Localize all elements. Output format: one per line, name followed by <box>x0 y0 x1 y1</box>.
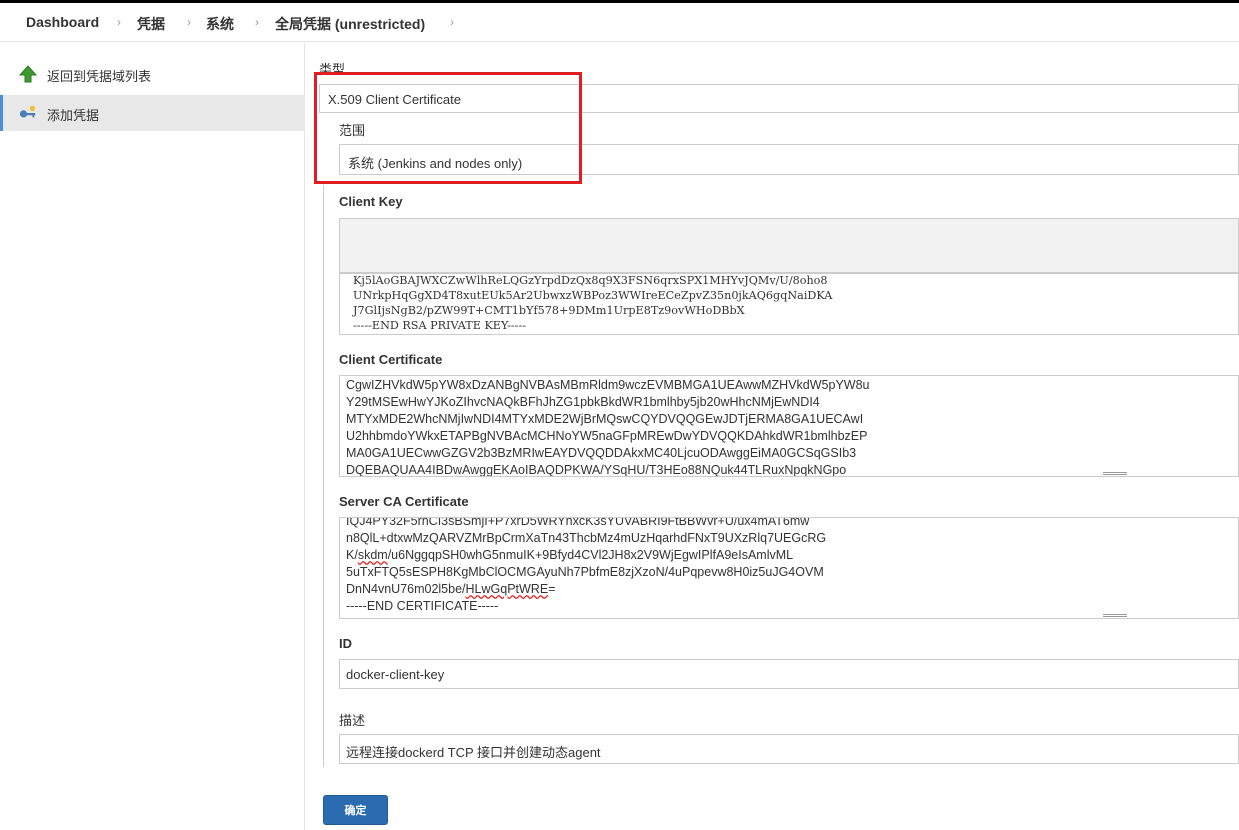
id-input[interactable]: docker-client-key <box>339 659 1239 689</box>
server-ca-line: -----END CERTIFICATE----- <box>346 599 499 613</box>
client-cert-line: CgwIZHVkdW5pYW8xDzANBgNVBAsMBmRldm9wczEV… <box>346 378 870 392</box>
server-ca-line: IQJ4PY32F5rnCI3sBSmjI+P7xrD5WRYhxcK3sYUV… <box>346 517 810 528</box>
server-ca-line: 5uTxFTQ5sESPH8KgMbClOCMGAyuNh7PbfmE8zjXz… <box>346 565 824 579</box>
submit-button[interactable]: 确定 <box>323 795 388 825</box>
server-ca-text: = <box>548 582 556 596</box>
highlight-annotation <box>314 72 582 184</box>
client-cert-line: MTYxMDE2WhcNMjIwNDI4MTYxMDE2WjBrMQswCQYD… <box>346 412 864 426</box>
server-ca-text: /u6NggqpSH0whG5nmuIK+9Bfyd4CVl2JH8x2V9Wj… <box>387 548 794 562</box>
client-key-toolbar <box>339 218 1239 273</box>
breadcrumb-system[interactable]: 系统 <box>206 14 234 34</box>
client-key-textarea[interactable]: Kj5lAoGBAJWXCZwWlhReLQGzYrpdDzQx8q9X3FSN… <box>339 273 1239 335</box>
client-certificate-label: Client Certificate <box>339 352 443 367</box>
sidebar: 返回到凭据域列表 添加凭据 <box>0 43 305 830</box>
resize-grip-icon[interactable] <box>1103 614 1127 617</box>
description-label: 描述 <box>339 713 366 728</box>
description-input-value: 远程连接dockerd TCP 接口并创建动态agent <box>346 745 601 760</box>
spellcheck-word: HLwGqPtWRE <box>465 582 549 596</box>
chevron-right-icon[interactable]: › <box>187 15 191 29</box>
breadcrumb-dashboard[interactable]: Dashboard <box>26 14 99 30</box>
client-cert-line: Y29tMSEwHwYJKoZIhvcNAQkBFhJhZG1pbkBkdWR1… <box>346 395 820 409</box>
server-ca-line: K/skdm/u6NggqpSH0whG5nmuIK+9Bfyd4CVl2JH8… <box>346 547 793 564</box>
id-label: ID <box>339 636 352 651</box>
breadcrumb-credentials[interactable]: 凭据 <box>137 14 165 34</box>
client-key-line: -----END RSA PRIVATE KEY----- <box>353 319 527 332</box>
chevron-right-icon[interactable]: › <box>450 15 454 29</box>
client-key-line: Kj5lAoGBAJWXCZwWlhReLQGzYrpdDzQx8q9X3FSN… <box>353 274 828 287</box>
id-input-value: docker-client-key <box>346 667 445 682</box>
server-ca-line: n8QlL+dtxwMzQARVZMrBpCrmXaTn43ThcbMz4mUz… <box>346 531 827 545</box>
server-ca-text: DnN4vnU76m02l5be/ <box>346 582 466 596</box>
sidebar-item-label: 添加凭据 <box>47 108 100 123</box>
breadcrumb-global-credentials[interactable]: 全局凭据 (unrestricted) <box>275 14 425 34</box>
client-key-label: Client Key <box>339 194 403 209</box>
description-input[interactable]: 远程连接dockerd TCP 接口并创建动态agent <box>339 734 1239 764</box>
client-cert-line: MA0GA1UECwwGZGV2b3BzMRIwEAYDVQQDDAkxMC40… <box>346 446 857 460</box>
resize-grip-icon[interactable] <box>1103 472 1127 475</box>
chevron-right-icon[interactable]: › <box>255 15 259 29</box>
server-ca-certificate-label: Server CA Certificate <box>339 494 469 509</box>
breadcrumb: Dashboard › 凭据 › 系统 › 全局凭据 (unrestricted… <box>0 0 1239 42</box>
server-ca-certificate-textarea[interactable]: IQJ4PY32F5rnCI3sBSmjI+P7xrD5WRYhxcK3sYUV… <box>339 517 1239 619</box>
key-add-icon <box>19 105 36 118</box>
sidebar-item-label: 返回到凭据域列表 <box>47 69 152 84</box>
chevron-right-icon[interactable]: › <box>117 15 121 29</box>
sidebar-item-add-credentials[interactable]: 添加凭据 <box>0 95 305 131</box>
client-cert-line: U2hhbmdoYWkxETAPBgNVBAcMCHNoYW5naGFpMREw… <box>346 429 868 443</box>
client-key-line: UNrkpHqGgXD4T8xutEUk5Ar2UbwxzWBPoz3WWIre… <box>353 289 833 302</box>
server-ca-text: K/ <box>346 548 358 562</box>
spellcheck-word: skdm <box>357 548 388 562</box>
form-indent-line <box>323 185 324 767</box>
sidebar-item-back-to-domains[interactable]: 返回到凭据域列表 <box>0 56 305 92</box>
client-key-line: J7GlIjsNgB2/pZW99T+CMT1bYf578+9DMm1UrpE8… <box>353 304 745 317</box>
up-arrow-icon <box>19 65 37 83</box>
server-ca-line: DnN4vnU76m02l5be/HLwGqPtWRE= <box>346 581 555 598</box>
client-certificate-textarea[interactable]: CgwIZHVkdW5pYW8xDzANBgNVBAsMBmRldm9wczEV… <box>339 375 1239 477</box>
client-cert-line: DQEBAQUAA4IBDwAwggEKAoIBAQDPKWA/YSqHU/T3… <box>346 463 847 477</box>
